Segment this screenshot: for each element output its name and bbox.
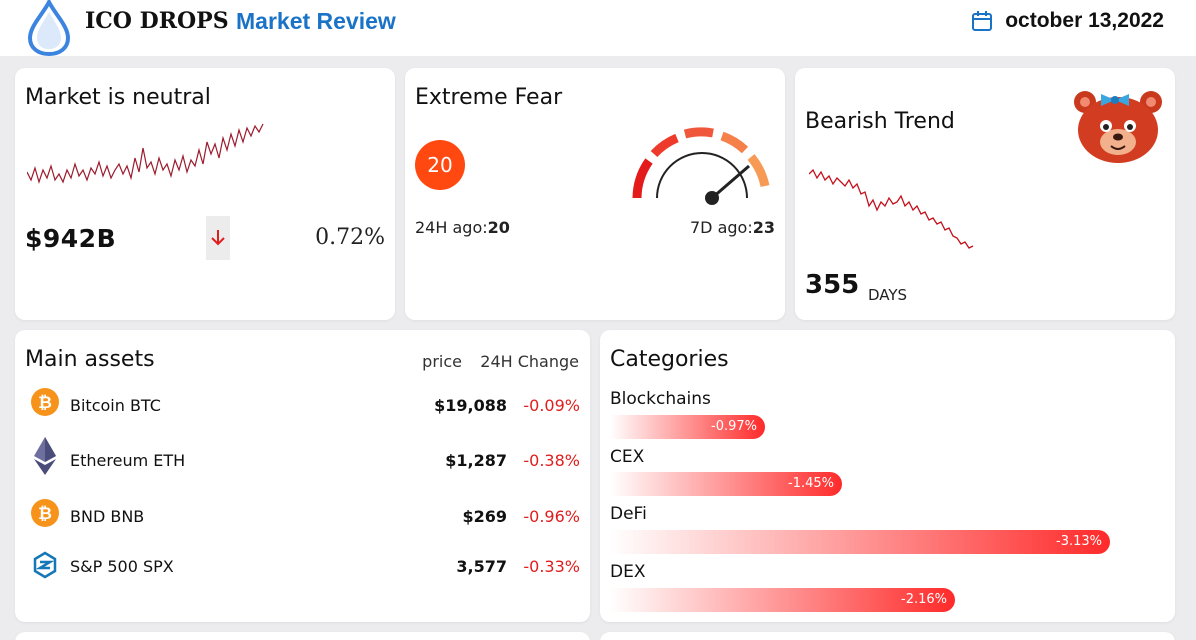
category-bar[interactable]: -3.13% <box>610 530 1110 554</box>
category-value: -1.45% <box>788 476 834 491</box>
bottom-card-right <box>600 632 1175 640</box>
water-drop-logo-icon <box>27 0 71 56</box>
categories-card: Categories Blockchains -0.97% CEX -1.45%… <box>600 330 1175 622</box>
date-display: october 13,2022 <box>971 9 1164 33</box>
ethereum-icon <box>34 437 56 475</box>
fear-7d-label: 7D ago: <box>690 218 753 237</box>
sp500-icon <box>33 551 57 579</box>
bear-mascot-icon <box>1074 91 1162 163</box>
arrow-down-icon <box>211 230 225 246</box>
categories-title: Categories <box>610 347 729 372</box>
bitcoin-icon: ₿ <box>31 388 59 416</box>
trend-title: Bearish Trend <box>805 109 955 134</box>
category-bar[interactable]: -0.97% <box>610 415 765 439</box>
asset-name: Ethereum ETH <box>70 451 186 470</box>
market-direction <box>206 216 230 260</box>
trend-card: Bearish Trend 355 DAYS <box>795 68 1175 320</box>
category-name: DeFi <box>610 504 647 524</box>
market-cap-value: $942B <box>25 224 117 253</box>
category-name: DEX <box>610 562 646 582</box>
fear-24h-label: 24H ago: <box>415 218 488 237</box>
category-name: CEX <box>610 447 645 467</box>
fear-index-badge: 20 <box>415 140 465 190</box>
asset-price: $269 <box>462 507 507 526</box>
assets-change-header: 24H Change <box>480 352 579 371</box>
category-value: -0.97% <box>711 419 757 434</box>
category-value: -2.16% <box>901 592 947 607</box>
section-title[interactable]: Market Review <box>236 8 396 35</box>
calendar-icon <box>972 11 993 31</box>
assets-price-header: price <box>422 352 462 371</box>
fear-24h: 24H ago:20 <box>415 218 510 237</box>
brand-name: ICO DROPS <box>85 8 229 34</box>
svg-text:₿: ₿ <box>38 504 52 524</box>
fear-7d: 7D ago:23 <box>690 218 775 237</box>
bitcoin-icon: ₿ <box>31 499 59 527</box>
fear-7d-value: 23 <box>752 218 775 237</box>
trend-sparkline <box>809 168 974 249</box>
svg-text:₿: ₿ <box>38 393 52 413</box>
main-assets-card: Main assets price 24H Change ₿ Bitcoin B… <box>15 330 590 622</box>
asset-price: 3,577 <box>456 557 507 576</box>
asset-row[interactable]: Ethereum ETH $1,287 -0.38% <box>15 437 590 481</box>
market-sparkline <box>27 123 264 185</box>
fear-title: Extreme Fear <box>415 85 563 110</box>
asset-row[interactable]: S&P 500 SPX 3,577 -0.33% <box>15 547 590 587</box>
asset-row[interactable]: ₿ BND BNB $269 -0.96% <box>15 497 590 537</box>
category-bar[interactable]: -1.45% <box>610 472 842 496</box>
header: ICO DROPS Market Review october 13,2022 <box>0 0 1196 56</box>
asset-price: $19,088 <box>434 396 507 415</box>
asset-change: -0.96% <box>523 507 580 526</box>
asset-row[interactable]: ₿ Bitcoin BTC $19,088 -0.09% <box>15 386 590 426</box>
asset-change: -0.38% <box>523 451 580 470</box>
market-change-percent: 0.72% <box>315 225 385 250</box>
asset-change: -0.09% <box>523 396 580 415</box>
assets-title: Main assets <box>25 347 155 372</box>
market-card: Market is neutral $942B 0.72% <box>15 68 395 320</box>
trend-days-value: 355 <box>805 270 860 300</box>
bottom-card-left <box>15 632 590 640</box>
asset-name: Bitcoin BTC <box>70 396 161 415</box>
asset-change: -0.33% <box>523 557 580 576</box>
asset-name: BND BNB <box>70 507 145 526</box>
category-bar[interactable]: -2.16% <box>610 588 955 612</box>
fear-greed-card: Extreme Fear 20 24H ago:20 7D ago:23 <box>405 68 785 320</box>
fear-gauge-icon <box>632 127 770 205</box>
date-text: october 13,2022 <box>1005 9 1164 32</box>
market-title: Market is neutral <box>25 85 211 110</box>
asset-name: S&P 500 SPX <box>70 557 174 576</box>
category-name: Blockchains <box>610 389 711 409</box>
fear-24h-value: 20 <box>487 218 510 237</box>
asset-price: $1,287 <box>445 451 507 470</box>
category-value: -3.13% <box>1056 534 1102 549</box>
trend-days-label: DAYS <box>868 286 908 304</box>
